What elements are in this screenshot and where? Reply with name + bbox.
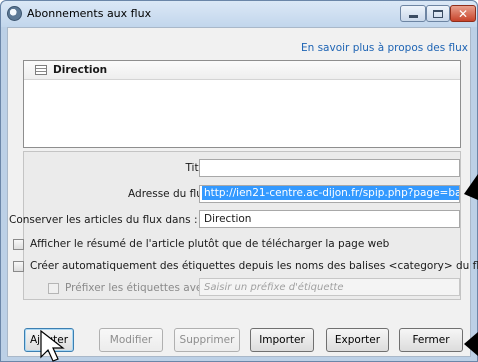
- delete-button[interactable]: Supprimer: [174, 328, 240, 352]
- summary-checkbox[interactable]: Afficher le résumé de l'article plutôt q…: [13, 238, 389, 250]
- folder-field[interactable]: Direction: [199, 210, 460, 228]
- import-button[interactable]: Importer: [250, 328, 314, 352]
- tag-prefix-field[interactable]: Saisir un préfixe d'étiquette: [199, 278, 460, 296]
- tag-prefix-placeholder: Saisir un préfixe d'étiquette: [204, 282, 344, 293]
- annotation-arrow-url-shape: [464, 174, 478, 200]
- learn-more-link[interactable]: En savoir plus à propos des flux: [301, 42, 468, 54]
- title-field[interactable]: [199, 159, 460, 177]
- feed-column-header[interactable]: Direction: [24, 61, 460, 80]
- window-title: Abonnements aux flux: [27, 7, 152, 20]
- annotation-arrow-url: [464, 174, 478, 200]
- annotation-arrow-close-shape: [464, 332, 478, 356]
- mouse-cursor-icon: [40, 330, 65, 362]
- thunderbird-app-icon: [7, 6, 22, 21]
- close-button[interactable]: Fermer: [399, 328, 463, 352]
- annotation-arrow-close: [464, 332, 478, 356]
- folder-label: Conserver les articles du flux dans :: [9, 214, 198, 226]
- close-icon: ✕: [457, 6, 469, 21]
- minimize-icon: [408, 15, 418, 18]
- maximize-icon: [433, 9, 443, 18]
- prefix-tags-checkbox[interactable]: Préfixer les étiquettes avec :: [48, 282, 215, 294]
- auto-tags-checkbox-label: Créer automatiquement des étiquettes dep…: [30, 260, 478, 272]
- url-value-selected: http://ien21-centre.ac-dijon.fr/spip.php…: [202, 186, 459, 200]
- minimize-button[interactable]: [400, 5, 426, 22]
- edit-button[interactable]: Modifier: [99, 328, 163, 352]
- export-button[interactable]: Exporter: [326, 328, 389, 352]
- close-window-button[interactable]: ✕: [450, 5, 476, 22]
- prefix-tags-checkbox-box[interactable]: [48, 282, 59, 294]
- prefix-tags-checkbox-label: Préfixer les étiquettes avec :: [65, 282, 216, 294]
- feed-tree-panel[interactable]: Direction: [23, 60, 461, 148]
- title-bar[interactable]: Abonnements aux flux ✕: [1, 1, 477, 27]
- auto-tags-checkbox-box[interactable]: [13, 260, 24, 272]
- url-field[interactable]: http://ien21-centre.ac-dijon.fr/spip.php…: [199, 185, 460, 203]
- maximize-button[interactable]: [426, 5, 450, 22]
- summary-checkbox-box[interactable]: [13, 238, 24, 250]
- column-header-label: Direction: [53, 64, 108, 76]
- auto-tags-checkbox[interactable]: Créer automatiquement des étiquettes dep…: [13, 260, 478, 272]
- feed-properties-panel: Titre : Adresse du flux : http://ien21-c…: [9, 151, 478, 300]
- summary-checkbox-label: Afficher le résumé de l'article plutôt q…: [30, 238, 390, 250]
- column-picker-icon[interactable]: [35, 65, 47, 75]
- mouse-cursor-shape: [40, 330, 65, 362]
